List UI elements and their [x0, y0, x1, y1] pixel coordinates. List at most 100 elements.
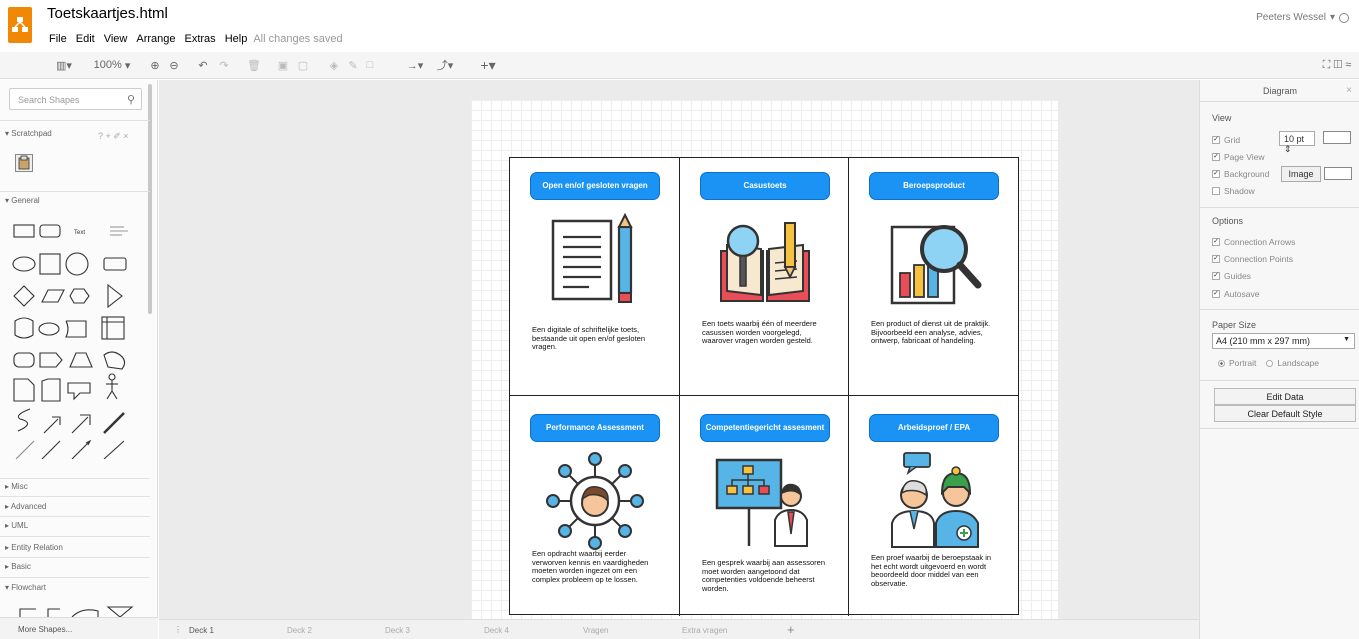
checkbox-checked-icon[interactable]: ✓ [1212, 290, 1220, 298]
card-title[interactable]: Beroepsproduct [869, 172, 999, 200]
card-open-vragen[interactable]: Open en/of gesloten vragen Een digitale … [510, 158, 680, 396]
section-general[interactable]: ▾ General [0, 196, 150, 205]
checkbox-checked-icon[interactable]: ✓ [1212, 238, 1220, 246]
connection-arrows-option[interactable]: ✓ Connection Arrows [1212, 237, 1295, 247]
card-beroepsproduct[interactable]: Beroepsproduct Een product of dienst uit… [849, 158, 1018, 396]
card-title[interactable]: Casustoets [700, 172, 830, 200]
shadow-option[interactable]: Shadow [1212, 186, 1255, 196]
general-shapes-palette[interactable]: Text [12, 219, 142, 459]
tab-deck-2[interactable]: Deck 2 [287, 626, 312, 635]
paper-size-select[interactable]: A4 (210 mm x 297 mm) ▼ [1212, 333, 1355, 349]
edit-data-button[interactable]: Edit Data [1214, 388, 1356, 405]
checkbox-checked-icon[interactable]: ✓ [1212, 153, 1220, 161]
card-performance-assessment[interactable]: Performance Assessment Een opdracht waar… [510, 396, 680, 616]
menu-arrange[interactable]: Arrange [136, 33, 175, 45]
fullscreen-icon[interactable]: ⛶ ◫ ≈ [1321, 57, 1353, 73]
menu-edit[interactable]: Edit [76, 33, 95, 45]
tab-deck-4[interactable]: Deck 4 [484, 626, 509, 635]
menu-file[interactable]: File [49, 33, 67, 45]
image-button[interactable]: Image [1281, 166, 1321, 182]
close-icon[interactable]: × [1346, 85, 1352, 96]
user-menu[interactable]: Peeters Wessel ▾ [1256, 12, 1349, 23]
zoom-out-icon[interactable]: ⊖ [168, 57, 180, 73]
page-view-option[interactable]: ✓ Page View [1212, 152, 1264, 162]
card-title[interactable]: Competentiegericht assesment [700, 414, 830, 442]
card-casustoets[interactable]: Casustoets Een toets waarbij één of meer… [680, 158, 849, 396]
zoom-value: 100% [93, 59, 122, 71]
grid-option[interactable]: ✓ Grid [1212, 135, 1240, 145]
page-tabs: ⋮ Deck 1 Deck 2 Deck 3 Deck 4 Vragen Ext… [159, 619, 1199, 639]
tabs-menu-icon[interactable]: ⋮ [174, 625, 182, 634]
card-title[interactable]: Performance Assessment [530, 414, 660, 442]
section-misc[interactable]: ▸ Misc [0, 482, 150, 491]
clear-default-style-button[interactable]: Clear Default Style [1214, 405, 1356, 422]
flowchart-shapes-palette[interactable] [18, 603, 138, 617]
tab-deck-1[interactable]: Deck 1 [189, 626, 214, 635]
checkbox-checked-icon[interactable]: ✓ [1212, 136, 1220, 144]
tab-vragen[interactable]: Vragen [583, 626, 609, 635]
delete-icon[interactable]: 🗑 [247, 57, 261, 73]
fill-color-icon[interactable]: ◈ [328, 57, 340, 73]
format-panel-header[interactable]: Diagram × [1200, 80, 1359, 102]
cards-table[interactable]: Open en/of gesloten vragen Een digitale … [509, 157, 1019, 616]
more-shapes-button[interactable]: More Shapes... [0, 617, 158, 639]
waypoints-icon[interactable]: ⤴▾ [433, 57, 457, 73]
tab-deck-3[interactable]: Deck 3 [385, 626, 410, 635]
radio-portrait[interactable] [1218, 359, 1225, 367]
section-flowchart[interactable]: ▾ Flowchart [0, 583, 150, 592]
connection-points-option[interactable]: ✓ Connection Points [1212, 254, 1293, 264]
orientation-options: Portrait Landscape [1218, 358, 1319, 368]
checkbox-icon[interactable] [1212, 187, 1220, 195]
section-basic[interactable]: ▸ Basic [0, 562, 150, 571]
app-logo [8, 7, 32, 43]
search-input[interactable]: Search Shapes ⚲ [9, 88, 142, 110]
to-back-icon[interactable]: ▢ [297, 57, 309, 73]
zoom-dropdown[interactable]: 100% ▾ [92, 57, 132, 73]
divider [1200, 428, 1359, 429]
section-advanced[interactable]: ▸ Advanced [0, 502, 150, 511]
checkbox-checked-icon[interactable]: ✓ [1212, 170, 1220, 178]
card-title[interactable]: Arbeidsproef / EPA [869, 414, 999, 442]
scratchpad-item[interactable] [15, 154, 33, 172]
option-label: Connection Points [1224, 254, 1293, 264]
checkbox-checked-icon[interactable]: ✓ [1212, 272, 1220, 280]
card-title[interactable]: Open en/of gesloten vragen [530, 172, 660, 200]
checkbox-checked-icon[interactable]: ✓ [1212, 255, 1220, 263]
card-competentiegericht[interactable]: Competentiegericht assesment Een gesprek… [680, 396, 849, 616]
view-toggle-icon[interactable]: ▥▾ [53, 57, 75, 73]
line-color-icon[interactable]: ✎ [347, 57, 359, 73]
grid-color-swatch[interactable] [1323, 131, 1351, 144]
scratchpad-tools[interactable]: ? + ✐ × [98, 131, 129, 142]
diagram-canvas[interactable]: Open en/of gesloten vragen Een digitale … [159, 80, 1199, 619]
autosave-option[interactable]: ✓ Autosave [1212, 289, 1259, 299]
add-page-icon[interactable]: + [787, 622, 795, 637]
diagram-page[interactable]: Open en/of gesloten vragen Een digitale … [471, 100, 1058, 619]
connection-icon[interactable]: →▾ [404, 57, 426, 73]
search-icon[interactable]: ⚲ [127, 93, 135, 106]
menu-extras[interactable]: Extras [185, 33, 216, 45]
guides-option[interactable]: ✓ Guides [1212, 271, 1251, 281]
insert-icon[interactable]: +▾ [477, 57, 499, 73]
to-front-icon[interactable]: ▣ [277, 57, 289, 73]
shadow-icon[interactable]: □ [364, 57, 376, 73]
format-panel-title: Diagram [1262, 86, 1297, 96]
section-entity-relation[interactable]: ▸ Entity Relation [0, 543, 150, 552]
tab-extra-vragen[interactable]: Extra vragen [682, 626, 727, 635]
globe-icon[interactable] [1339, 12, 1349, 23]
menu-help[interactable]: Help [225, 33, 248, 45]
option-label: Autosave [1224, 289, 1260, 299]
card-arbeidsproef[interactable]: Arbeidsproef / EPA Een proef waarbij de … [849, 396, 1018, 616]
grid-size-input[interactable]: 10 pt ⇕ [1279, 131, 1315, 154]
redo-icon[interactable]: ↷ [218, 57, 230, 73]
document-title[interactable]: Toetskaartjes.html [47, 5, 168, 22]
background-option[interactable]: ✓ Background [1212, 169, 1269, 179]
zoom-in-icon[interactable]: ⊕ [149, 57, 161, 73]
background-color-swatch[interactable] [1324, 167, 1352, 180]
radio-landscape[interactable] [1266, 359, 1274, 367]
format-panel: Diagram × View ✓ Grid 10 pt ⇕ ✓ Page View … [1199, 80, 1359, 639]
undo-icon[interactable]: ↶ [197, 57, 209, 73]
document-pencil-icon [551, 213, 633, 303]
section-scratchpad-label: Scratchpad [11, 129, 52, 138]
menu-view[interactable]: View [104, 33, 128, 45]
section-uml[interactable]: ▸ UML [0, 521, 150, 530]
